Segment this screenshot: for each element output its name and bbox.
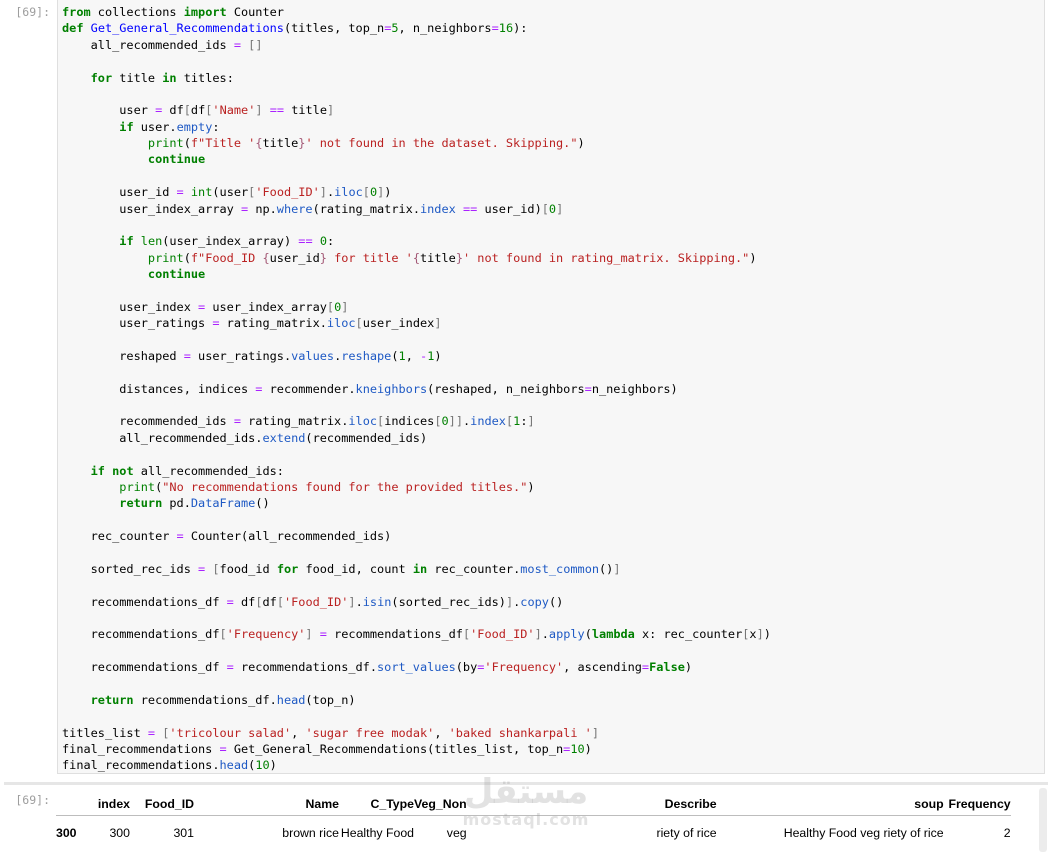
table-cell: Healthy Food veg riety of rice <box>783 826 944 840</box>
output-scrollbar[interactable] <box>1039 788 1047 852</box>
column-header: index <box>96 793 130 816</box>
column-header: C_Type <box>339 793 414 816</box>
table-cell: 2 <box>1003 826 1011 840</box>
output-cell: [69]: index Food_ID Name C_Type Veg_Non … <box>0 782 1051 852</box>
code-text[interactable]: from collections import Counter def Get_… <box>62 4 771 774</box>
column-header: Veg_Non <box>414 793 467 816</box>
column-header: Describe <box>466 793 717 816</box>
column-header: Name <box>194 793 339 816</box>
dataframe-table: index Food_ID Name C_Type Veg_Non Descri… <box>56 793 1011 850</box>
column-header: soup <box>716 793 944 816</box>
table-cell: 301 <box>173 826 194 840</box>
table-cell: 300 <box>109 826 130 840</box>
table-row: 300 300 301 brown rice Healthy Food veg … <box>56 816 1011 851</box>
output-prompt: [69]: <box>15 793 50 807</box>
code-cell[interactable]: [69]: from collections import Counter de… <box>0 0 1051 780</box>
table-cell: veg <box>446 826 467 840</box>
table-cell: riety of rice <box>656 826 717 840</box>
table-cell: brown rice <box>282 826 339 840</box>
column-header: Frequency <box>943 793 1011 816</box>
row-index: 300 <box>56 826 77 840</box>
column-header <box>56 793 96 816</box>
table-header-row: index Food_ID Name C_Type Veg_Non Descri… <box>56 793 1011 816</box>
input-prompt: [69]: <box>15 5 50 19</box>
table-cell: Healthy Food <box>340 825 414 840</box>
column-header: Food_ID <box>130 793 194 816</box>
